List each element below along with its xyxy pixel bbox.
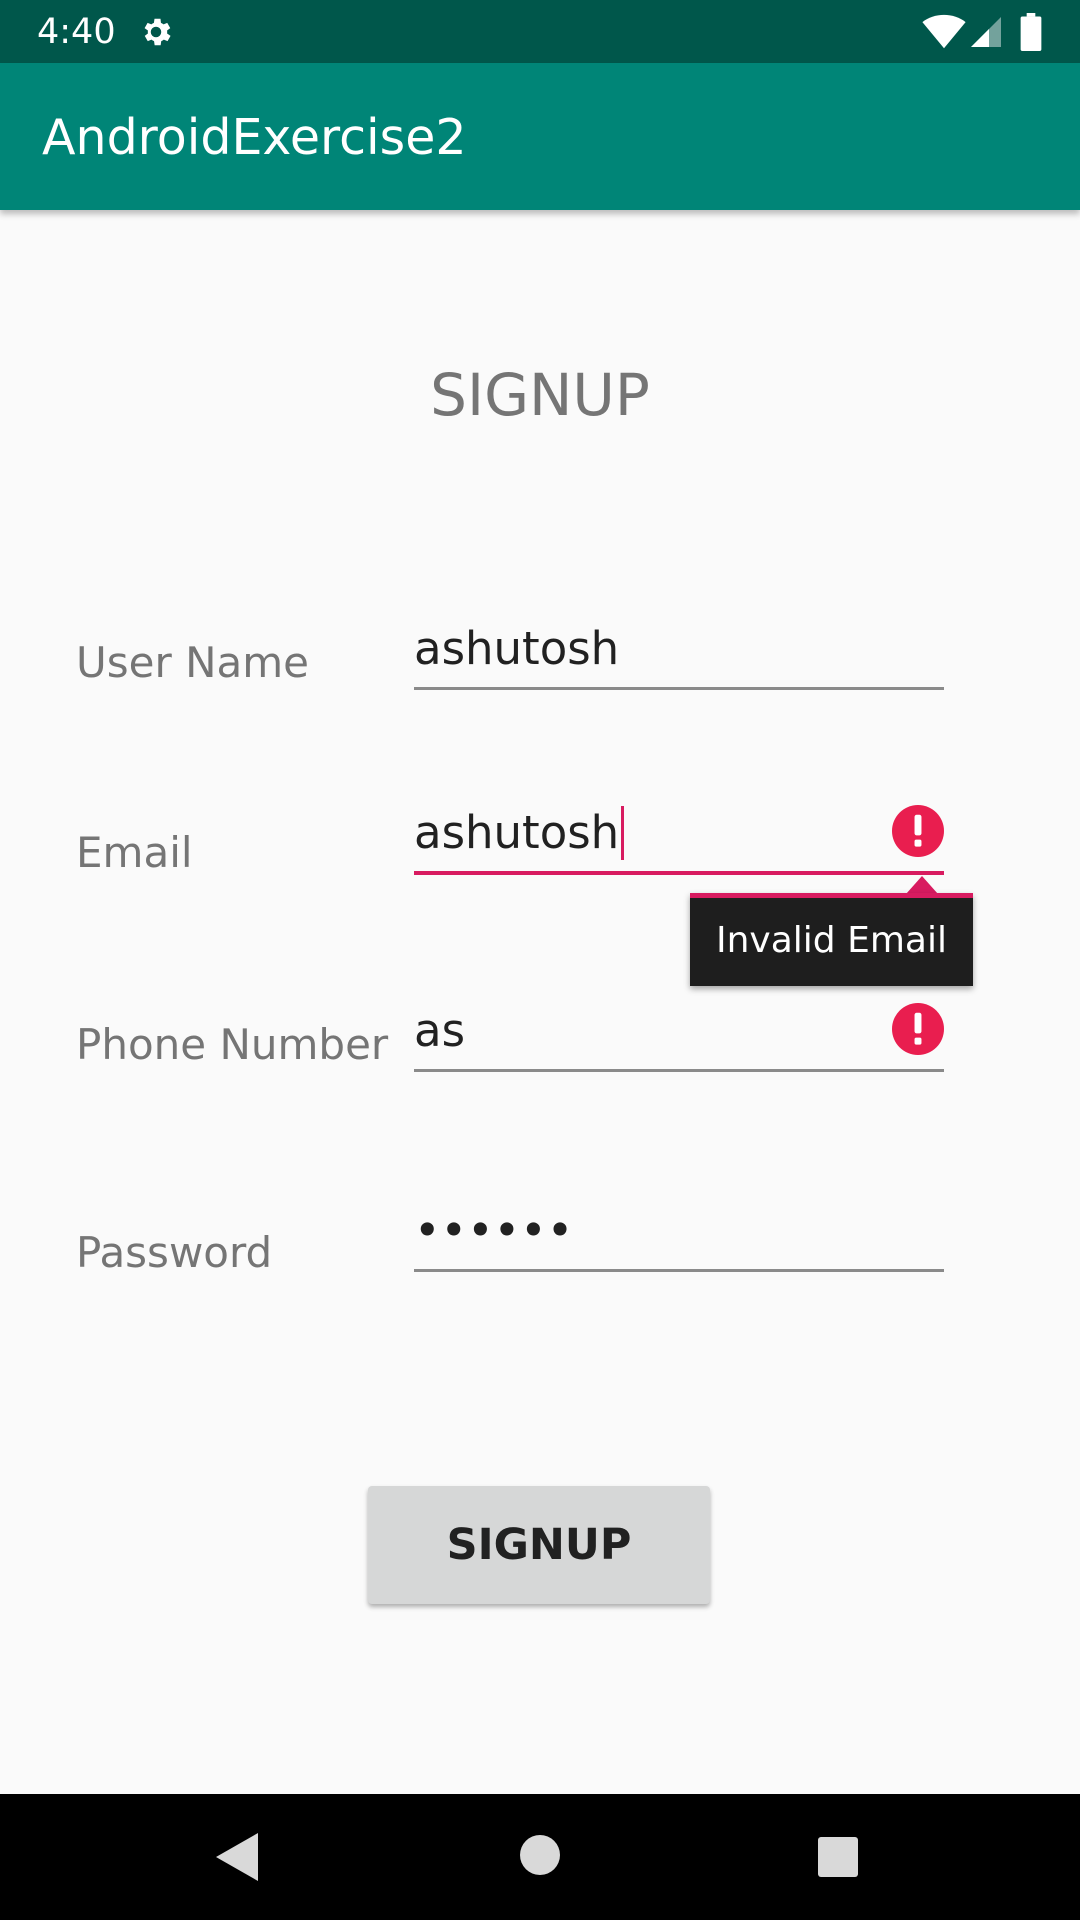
battery-icon xyxy=(1020,13,1042,51)
phone-field[interactable]: as xyxy=(414,1002,944,1072)
email-value: ashutosh xyxy=(414,806,620,859)
tooltip-arrow xyxy=(906,876,938,894)
error-icon[interactable] xyxy=(892,1003,944,1055)
error-tooltip: Invalid Email xyxy=(690,893,973,986)
password-label: Password xyxy=(76,1228,273,1277)
username-value: ashutosh xyxy=(414,622,620,675)
status-bar: 4:40 xyxy=(0,0,1080,63)
status-time: 4:40 xyxy=(37,12,116,52)
phone-label: Phone Number xyxy=(76,1020,389,1069)
email-value-wrap: ashutosh xyxy=(414,805,625,861)
signup-button[interactable]: SIGNUP xyxy=(368,1486,710,1604)
error-icon[interactable] xyxy=(892,805,944,857)
username-label: User Name xyxy=(76,638,309,687)
error-tooltip-text: Invalid Email xyxy=(716,920,947,961)
text-cursor xyxy=(621,806,625,860)
email-field[interactable]: ashutosh xyxy=(414,805,944,875)
app-bar: AndroidExercise2 xyxy=(0,63,1080,210)
navigation-bar xyxy=(0,1794,1080,1920)
wifi-icon xyxy=(922,14,966,49)
username-field[interactable]: ashutosh xyxy=(414,620,944,690)
signup-heading: SIGNUP xyxy=(430,361,650,429)
app-title: AndroidExercise2 xyxy=(42,109,467,166)
password-field[interactable]: •••••• xyxy=(414,1202,944,1272)
phone-value: as xyxy=(414,1004,466,1057)
recents-icon[interactable] xyxy=(818,1837,858,1877)
gear-icon xyxy=(144,18,171,46)
home-icon[interactable] xyxy=(520,1835,560,1875)
back-icon[interactable] xyxy=(216,1833,258,1881)
cell-signal-icon xyxy=(971,17,1001,47)
password-value: •••••• xyxy=(414,1204,574,1257)
email-label: Email xyxy=(76,828,193,877)
